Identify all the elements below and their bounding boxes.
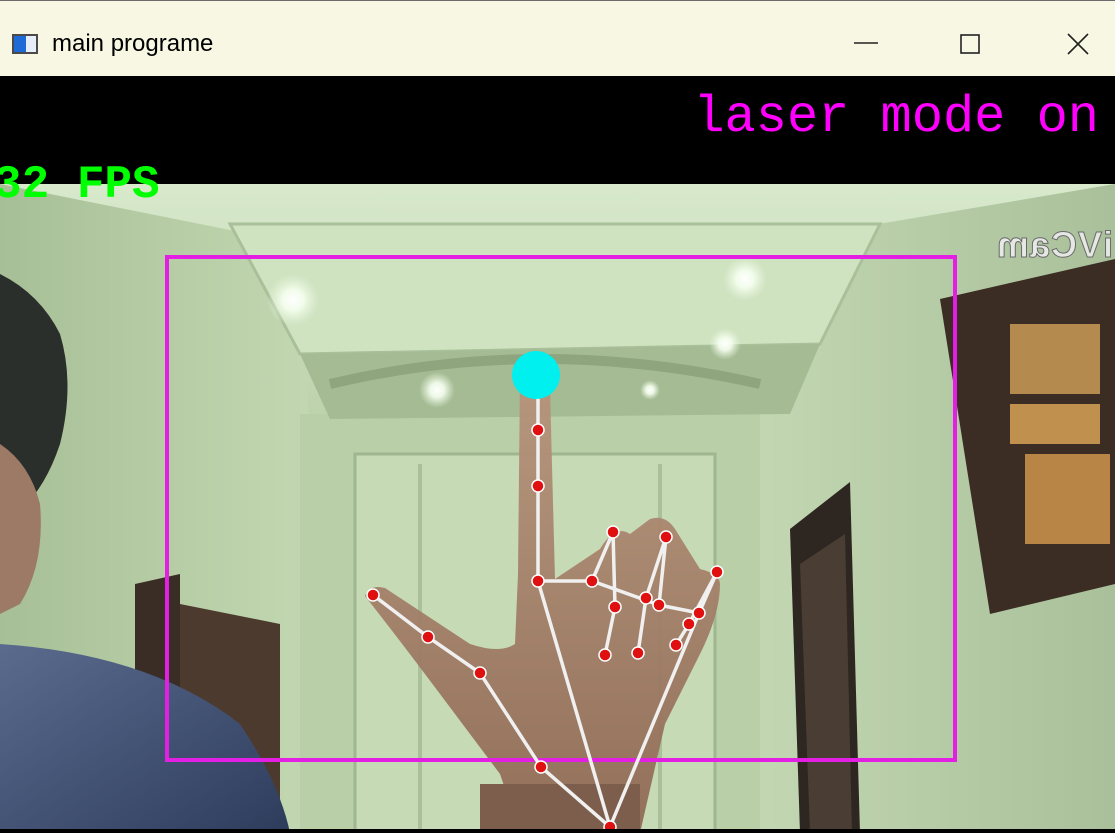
close-button[interactable] (1050, 21, 1106, 67)
laser-pointer-dot (512, 351, 560, 399)
minimize-button[interactable] (838, 21, 894, 67)
landmark-point (598, 648, 612, 662)
window-app-icon (12, 34, 38, 54)
landmark-point (652, 598, 666, 612)
landmark-point (585, 574, 599, 588)
camera-frame: laser mode on iVCam 32 FPS (0, 76, 1115, 833)
maximize-icon (960, 34, 980, 54)
landmark-point (421, 630, 435, 644)
ivcam-watermark: iVCam (995, 224, 1113, 266)
landmark-point (531, 574, 545, 588)
maximize-button[interactable] (942, 21, 998, 67)
hand-tracking-overlay (165, 255, 957, 833)
frame-bottom-border (0, 829, 1115, 833)
landmark-point (639, 591, 653, 605)
minimize-icon (854, 42, 878, 44)
landmark-point (692, 606, 706, 620)
landmark-point (682, 617, 696, 631)
title-bar[interactable]: main programe (0, 0, 1115, 76)
window-title: main programe (52, 30, 214, 57)
landmark-point (531, 423, 545, 437)
landmark-point (473, 666, 487, 680)
landmark-point (608, 600, 622, 614)
landmark-point (710, 565, 724, 579)
landmark-point (631, 646, 645, 660)
camera-view: iVCam (0, 184, 1115, 833)
landmark-point (659, 530, 673, 544)
landmark-point (534, 760, 548, 774)
fps-counter: 32 FPS (0, 159, 160, 211)
close-icon (1067, 33, 1089, 55)
app-window: main programe laser mode on iVCam 32 FPS (0, 0, 1115, 833)
tracking-bounding-box (165, 255, 957, 762)
landmark-point (531, 479, 545, 493)
landmark-point (669, 638, 683, 652)
landmark-point (366, 588, 380, 602)
hand-landmarks (366, 423, 724, 833)
status-band: laser mode on (0, 76, 1115, 184)
landmark-point (606, 525, 620, 539)
laser-mode-status: laser mode on (693, 88, 1099, 147)
